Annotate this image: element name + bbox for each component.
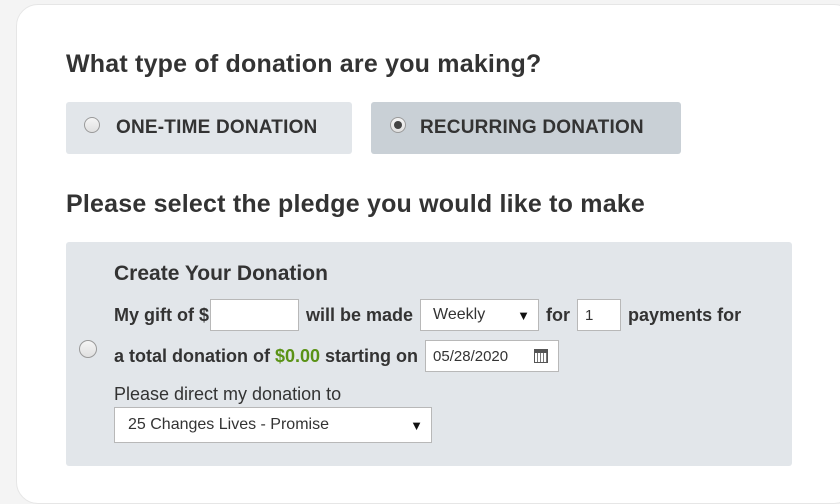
calendar-icon[interactable] bbox=[534, 349, 549, 363]
gift-prefix: My gift of $ bbox=[114, 304, 209, 325]
payment-count-input[interactable] bbox=[577, 299, 622, 331]
recurring-label: RECURRING DONATION bbox=[420, 117, 644, 138]
start-date-value: 05/28/2020 bbox=[433, 347, 509, 365]
create-donation-title: Create Your Donation bbox=[114, 262, 328, 285]
chevron-down-icon: ▼ bbox=[410, 417, 423, 433]
start-date-input[interactable]: 05/28/2020 bbox=[425, 340, 560, 372]
one-time-radio[interactable] bbox=[84, 117, 100, 133]
total-amount: $0.00 bbox=[274, 345, 321, 366]
direct-donation-label: Please direct my donation to bbox=[114, 384, 342, 404]
frequency-select[interactable]: Weekly ▼ bbox=[420, 299, 540, 331]
frequency-value: Weekly bbox=[433, 306, 486, 323]
total-prefix: a total donation of bbox=[114, 345, 270, 366]
payments-for-label: payments for bbox=[628, 304, 742, 325]
recurring-radio[interactable] bbox=[390, 117, 406, 133]
donation-type-question: What type of donation are you making? bbox=[66, 50, 542, 78]
create-donation-radio[interactable] bbox=[79, 340, 97, 358]
program-select[interactable]: 25 Changes Lives - Promise ▼ bbox=[114, 407, 432, 443]
create-donation-panel: Create Your Donation My gift of $ will b… bbox=[66, 242, 792, 466]
starting-on-label: starting on bbox=[325, 345, 419, 366]
one-time-donation-option[interactable]: ONE-TIME DONATION bbox=[66, 102, 352, 154]
will-be-made-label: will be made bbox=[306, 304, 414, 325]
gift-row: My gift of $ will be made Weekly ▼ for p… bbox=[114, 298, 741, 332]
recurring-donation-option[interactable]: RECURRING DONATION bbox=[371, 102, 681, 154]
program-value: 25 Changes Lives - Promise bbox=[128, 416, 329, 433]
gift-amount-input[interactable] bbox=[210, 299, 299, 331]
one-time-label: ONE-TIME DONATION bbox=[116, 117, 318, 138]
chevron-down-icon: ▼ bbox=[517, 307, 531, 323]
total-row: a total donation of $0.00 starting on 05… bbox=[114, 339, 560, 373]
for-label: for bbox=[546, 304, 571, 325]
pledge-heading: Please select the pledge you would like … bbox=[66, 190, 646, 218]
